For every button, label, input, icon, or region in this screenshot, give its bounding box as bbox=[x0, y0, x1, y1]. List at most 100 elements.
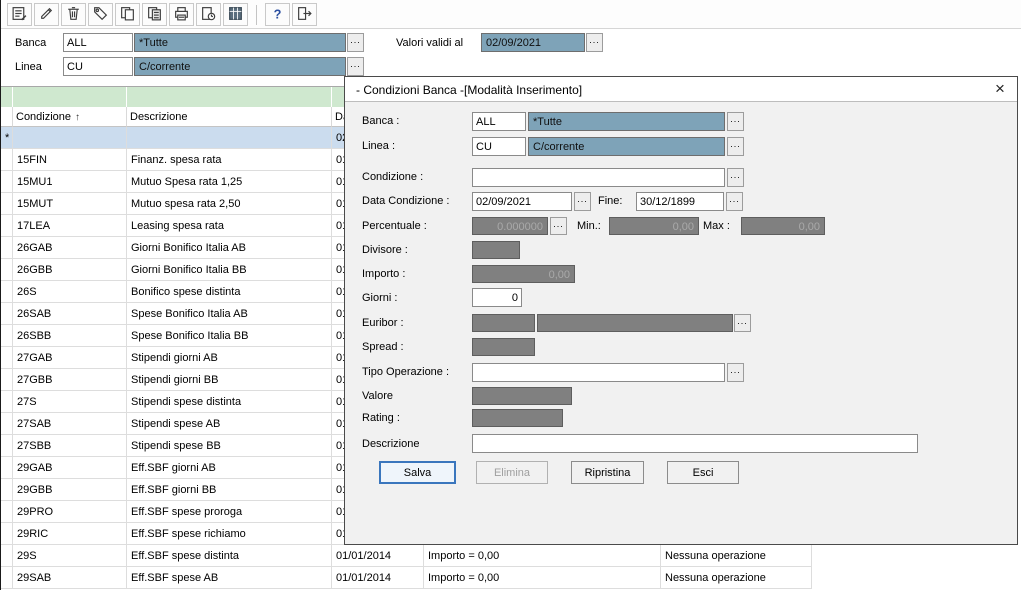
grid-cell-importo: Importo = 0,00 bbox=[424, 545, 661, 567]
grid-cell-cond: 15MU1 bbox=[13, 171, 127, 193]
dlg-data-condizione-input[interactable] bbox=[472, 192, 572, 211]
grid-header-condizione[interactable]: Condizione↑ bbox=[13, 107, 127, 127]
records-button[interactable] bbox=[7, 3, 32, 26]
dlg-percentuale-browse-button[interactable]: ... bbox=[550, 217, 567, 235]
grid-row[interactable]: 29SABEff.SBF spese AB01/01/2014Importo =… bbox=[1, 567, 812, 589]
banca-code-input[interactable] bbox=[63, 33, 133, 52]
grid-cell-marker bbox=[1, 259, 13, 281]
dlg-fine-browse-button[interactable]: ... bbox=[726, 192, 743, 211]
dlg-fine-label: Fine: bbox=[598, 195, 622, 207]
grid-cell-cond: 29PRO bbox=[13, 501, 127, 523]
grid-cell-desc: Bonifico spese distinta bbox=[127, 281, 332, 303]
grid-cell-desc: Stipendi spese AB bbox=[127, 413, 332, 435]
grid-cell-desc: Spese Bonifico Italia BB bbox=[127, 325, 332, 347]
dlg-tipo-operazione-input[interactable] bbox=[472, 363, 725, 382]
grid-cell-marker bbox=[1, 545, 13, 567]
grid-cell-desc: Stipendi giorni AB bbox=[127, 347, 332, 369]
grid-cell-marker bbox=[1, 215, 13, 237]
dlg-euribor-browse-button[interactable]: ... bbox=[734, 314, 751, 332]
grid-cell-desc: Eff.SBF spese AB bbox=[127, 567, 332, 589]
dlg-max-label: Max : bbox=[703, 220, 730, 232]
dlg-euribor-desc-field bbox=[537, 314, 733, 332]
grid-cell-operazione: Nessuna operazione bbox=[661, 567, 812, 589]
exit-button[interactable] bbox=[292, 3, 317, 26]
grid-cell-cond: 29GBB bbox=[13, 479, 127, 501]
grid-cell-desc: Eff.SBF spese distinta bbox=[127, 545, 332, 567]
dlg-linea-code-input[interactable] bbox=[472, 137, 526, 156]
copy-button[interactable] bbox=[115, 3, 140, 26]
valori-browse-button[interactable]: ... bbox=[586, 33, 603, 52]
grid-cell-cond: 29SAB bbox=[13, 567, 127, 589]
linea-code-input[interactable] bbox=[63, 57, 133, 76]
valori-validi-label: Valori validi al bbox=[396, 37, 463, 49]
dlg-min-field: 0,00 bbox=[609, 217, 699, 235]
grid-cell-cond: 27GBB bbox=[13, 369, 127, 391]
linea-browse-button[interactable]: ... bbox=[347, 57, 364, 76]
dlg-tipo-operazione-label: Tipo Operazione : bbox=[362, 366, 449, 378]
duplicate-button[interactable] bbox=[142, 3, 167, 26]
dlg-banca-browse-button[interactable]: ... bbox=[727, 112, 744, 131]
grid-cell-marker bbox=[1, 479, 13, 501]
dlg-percentuale-field: 0.000000 bbox=[472, 217, 548, 235]
grid-cell-cond: 26SAB bbox=[13, 303, 127, 325]
banca-browse-button[interactable]: ... bbox=[347, 33, 364, 52]
print-button[interactable] bbox=[169, 3, 194, 26]
ripristina-button[interactable]: Ripristina bbox=[571, 461, 644, 484]
edit-button[interactable] bbox=[34, 3, 59, 26]
grid-cell-cond: 29S bbox=[13, 545, 127, 567]
grid-cell-desc: Spese Bonifico Italia AB bbox=[127, 303, 332, 325]
grid-cell-desc: Eff.SBF spese proroga bbox=[127, 501, 332, 523]
grid-cell-marker bbox=[1, 523, 13, 545]
dlg-giorni-input[interactable] bbox=[472, 288, 522, 307]
banca-desc-field: *Tutte bbox=[134, 33, 346, 52]
dlg-fine-input[interactable] bbox=[636, 192, 724, 211]
dlg-condizione-browse-button[interactable]: ... bbox=[727, 168, 744, 187]
dialog-titlebar: - Condizioni Banca -[Modalità Inseriment… bbox=[345, 77, 1017, 102]
grid-cell-desc bbox=[127, 127, 332, 149]
grid-cell-cond: 26S bbox=[13, 281, 127, 303]
grid-row[interactable]: 29SEff.SBF spese distinta01/01/2014Impor… bbox=[1, 545, 812, 567]
valori-validi-field: 02/09/2021 bbox=[481, 33, 585, 52]
dlg-tipo-operazione-browse-button[interactable]: ... bbox=[727, 363, 744, 382]
app-window: { "colors": { "field_teal": "#7EA3B8", "… bbox=[0, 0, 1021, 590]
grid-cell-desc: Stipendi spese distinta bbox=[127, 391, 332, 413]
toolbar-buttons: ? bbox=[7, 3, 317, 26]
help-button[interactable]: ? bbox=[265, 3, 290, 26]
dlg-linea-label: Linea : bbox=[362, 140, 395, 152]
grid-header-condizione-label: Condizione bbox=[16, 111, 71, 123]
dlg-giorni-label: Giorni : bbox=[362, 292, 397, 304]
grid-cell-cond: 15FIN bbox=[13, 149, 127, 171]
calc-table-button[interactable] bbox=[223, 3, 248, 26]
help-icon: ? bbox=[269, 5, 286, 25]
dlg-linea-desc-field: C/corrente bbox=[528, 137, 725, 156]
grid-cell-cond: 27GAB bbox=[13, 347, 127, 369]
dlg-data-browse-button[interactable]: ... bbox=[574, 192, 591, 211]
dlg-descrizione-input[interactable] bbox=[472, 434, 918, 453]
dlg-valore-label: Valore bbox=[362, 390, 393, 402]
grid-cell-marker bbox=[1, 237, 13, 259]
dlg-condizione-label: Condizione : bbox=[362, 171, 423, 183]
dlg-spread-label: Spread : bbox=[362, 341, 404, 353]
grid-cell-cond: 27SAB bbox=[13, 413, 127, 435]
print-preview-button[interactable] bbox=[196, 3, 221, 26]
grid-cell-cond bbox=[13, 127, 127, 149]
duplicate-icon bbox=[146, 5, 163, 25]
close-icon: × bbox=[995, 79, 1005, 98]
salva-button[interactable]: Salva bbox=[379, 461, 456, 484]
grid-cell-marker bbox=[1, 303, 13, 325]
dialog-close-button[interactable]: × bbox=[989, 78, 1011, 100]
grid-header-descrizione[interactable]: Descrizione bbox=[127, 107, 332, 127]
grid-cell-desc: Mutuo Spesa rata 1,25 bbox=[127, 171, 332, 193]
dlg-banca-code-input[interactable] bbox=[472, 112, 526, 131]
dlg-descrizione-label: Descrizione bbox=[362, 438, 419, 450]
esci-button[interactable]: Esci bbox=[667, 461, 739, 484]
linea-filter-label: Linea bbox=[15, 61, 42, 73]
dlg-linea-browse-button[interactable]: ... bbox=[727, 137, 744, 156]
tag-button[interactable] bbox=[88, 3, 113, 26]
grid-cell-operazione: Nessuna operazione bbox=[661, 545, 812, 567]
grid-cell-data: 01/01/2014 bbox=[332, 567, 424, 589]
delete-button[interactable] bbox=[61, 3, 86, 26]
grid-cell-marker bbox=[1, 567, 13, 589]
print-preview-icon bbox=[200, 5, 217, 25]
dlg-condizione-input[interactable] bbox=[472, 168, 725, 187]
